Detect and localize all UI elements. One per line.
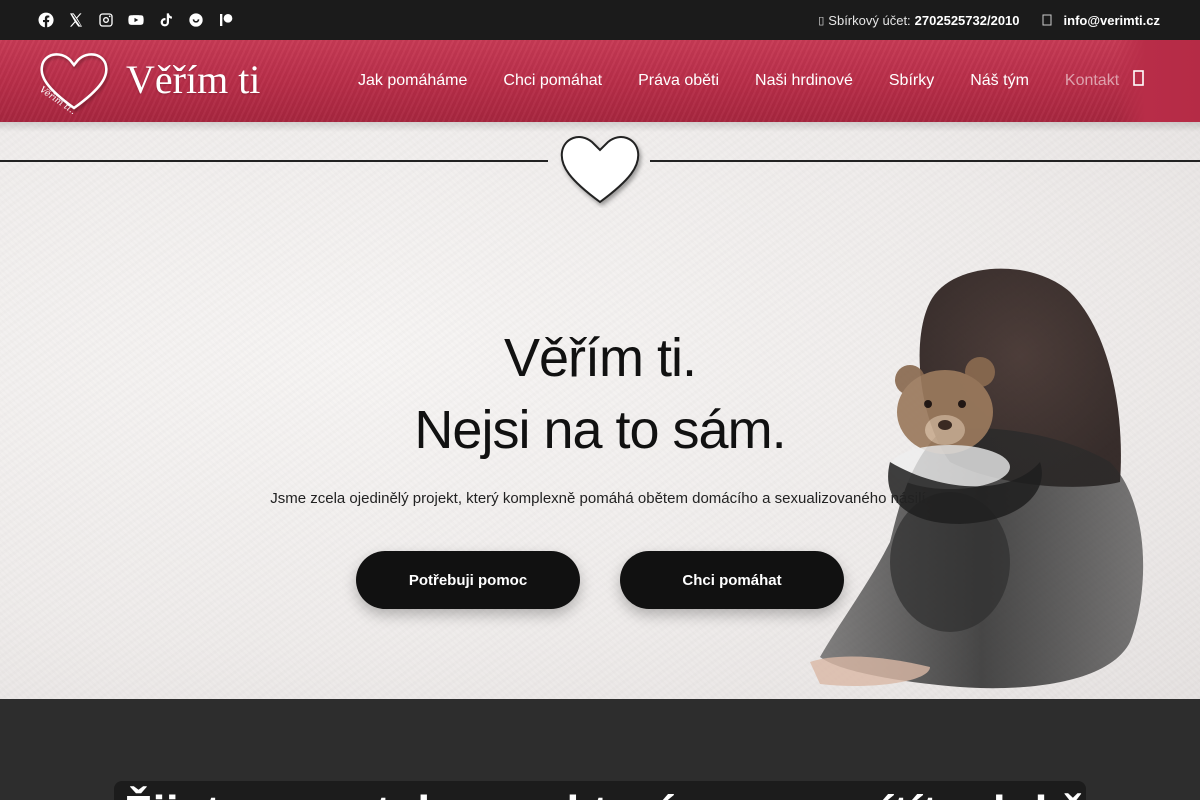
search-icon[interactable] [1130, 66, 1150, 92]
nav-fade-overlay [1116, 40, 1200, 122]
darujme-icon[interactable] [188, 12, 204, 28]
contact-info: ▯ Sbírkový účet: 2702525732/2010 info@ve… [818, 13, 1160, 28]
top-bar: ▯ Sbírkový účet: 2702525732/2010 info@ve… [0, 0, 1200, 40]
social-links [38, 12, 234, 28]
section-card: Žijete ve vztahu, ve kterém se necítíte … [114, 781, 1086, 800]
site-header: Věřím ti... Věřím ti Jak pomáháme Chci p… [0, 40, 1200, 122]
hero-subtitle: Jsme zcela ojedinělý projekt, který komp… [270, 490, 930, 507]
tiktok-icon[interactable] [158, 12, 174, 28]
nav-prava-obeti[interactable]: Práva oběti [620, 72, 737, 90]
logo-script: Věřím ti... [38, 84, 80, 114]
patreon-icon[interactable] [218, 12, 234, 28]
want-to-help-button[interactable]: Chci pomáhat [620, 551, 844, 609]
nav-nasi-hrdinove[interactable]: Naši hrdinové [737, 72, 871, 90]
nav-jak-pomahame[interactable]: Jak pomáháme [340, 72, 485, 90]
mail-icon [1042, 14, 1052, 26]
hero-title-line1: Věřím ti. [503, 328, 697, 388]
x-icon[interactable] [68, 12, 84, 28]
youtube-icon[interactable] [128, 12, 144, 28]
main-nav: Jak pomáháme Chci pomáhat Práva oběti Na… [340, 40, 1137, 122]
next-section: Žijete ve vztahu, ve kterém se necítíte … [0, 699, 1200, 800]
section-heading: Žijete ve vztahu, ve kterém se necítíte … [124, 785, 1086, 800]
need-help-button[interactable]: Potřebuji pomoc [356, 551, 580, 609]
bank-icon: ▯ [818, 14, 825, 27]
site-brand[interactable]: Věřím ti [126, 56, 260, 103]
instagram-icon[interactable] [98, 12, 114, 28]
account-label: Sbírkový účet: [828, 12, 911, 28]
cta-row: Potřebuji pomoc Chci pomáhat [0, 551, 1200, 609]
account-number: 2702525732/2010 [914, 12, 1020, 28]
heart-divider-icon [560, 136, 640, 204]
divider-line-left [0, 160, 548, 162]
email-link[interactable]: info@verimti.cz [1064, 13, 1160, 28]
nav-nas-tym[interactable]: Náš tým [952, 72, 1047, 90]
divider-line-right [650, 160, 1200, 162]
facebook-icon[interactable] [38, 12, 54, 28]
hero-title-line2: Nejsi na to sám. [414, 400, 786, 460]
nav-sbirky[interactable]: Sbírky [871, 72, 952, 90]
nav-chci-pomahat[interactable]: Chci pomáhat [485, 72, 620, 90]
hero-content: Věřím ti. Nejsi na to sám. Jsme zcela oj… [0, 322, 1200, 507]
logo-heart-icon[interactable]: Věřím ti... [38, 48, 110, 114]
hero-section: Věřím ti. Nejsi na to sám. Jsme zcela oj… [0, 122, 1200, 699]
